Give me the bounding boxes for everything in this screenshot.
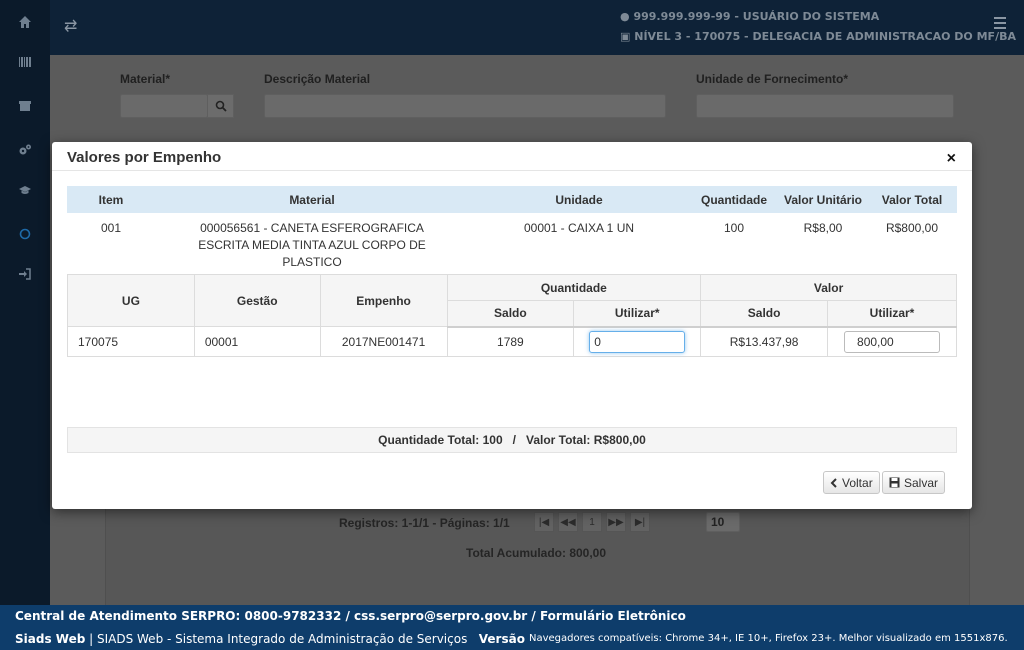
item-table: Item Material Unidade Quantidade Valor U… <box>67 186 957 271</box>
footer-version-label[interactable]: Versão <box>479 632 525 646</box>
modal-title: Valores por Empenho <box>67 149 222 166</box>
table-row: 170075 00001 2017NE001471 1789 R$13.437,… <box>67 326 957 357</box>
col-ug: UG <box>67 274 195 327</box>
table-row: 001 000056561 - CANETA ESFEROGRAFICA ESC… <box>67 213 957 271</box>
footer-system-line: Siads Web | SIADS Web - Sistema Integrad… <box>15 632 525 646</box>
footer-contact: Central de Atendimento SERPRO: 0800-9782… <box>15 609 686 623</box>
level-info: ▣ NÍVEL 3 - 170075 - DELEGACIA DE ADMINI… <box>620 30 1016 43</box>
col-qtd-saldo: Saldo <box>446 300 575 328</box>
search-icon <box>215 100 227 112</box>
material-label: Material* <box>120 72 171 86</box>
col-valor-utilizar: Utilizar* <box>827 300 957 328</box>
material-search-button[interactable] <box>207 94 234 118</box>
cogs-icon[interactable] <box>0 130 50 170</box>
valor-utilizar-input[interactable] <box>844 330 941 353</box>
totals-text: Quantidade Total: 100 / Valor Total: R$8… <box>378 433 646 447</box>
first-page-button[interactable]: |◀ <box>534 512 554 532</box>
col-material: Material <box>155 186 469 213</box>
unidade-select[interactable] <box>696 94 954 118</box>
hamburger-menu-icon[interactable] <box>994 17 1006 32</box>
last-page-button[interactable]: ▶| <box>630 512 650 532</box>
cell-item: 001 <box>100 221 122 235</box>
footer-separator: | <box>85 632 97 646</box>
next-page-button[interactable]: ▶▶ <box>606 512 626 532</box>
home-icon[interactable] <box>0 2 50 42</box>
cell-material: 000056561 - CANETA ESFEROGRAFICA ESCRITA… <box>198 221 426 269</box>
registros-text: Registros: 1-1/1 - Páginas: 1/1 <box>339 516 510 530</box>
totals-bar: Quantidade Total: 100 / Valor Total: R$8… <box>67 427 957 453</box>
close-icon[interactable]: × <box>947 151 956 167</box>
barcode-icon[interactable] <box>0 42 50 82</box>
modal-header: Valores por Empenho × <box>52 142 972 171</box>
user-info: ● 999.999.999-99 - USUÁRIO DO SISTEMA <box>620 10 879 23</box>
footer-brand: Siads Web <box>15 632 86 646</box>
cell-empenho: 2017NE001471 <box>319 326 448 357</box>
prev-page-button[interactable]: ◀◀ <box>558 512 578 532</box>
voltar-label: Voltar <box>842 475 873 490</box>
topbar: ⇄ ● 999.999.999-99 - USUÁRIO DO SISTEMA … <box>50 0 1024 55</box>
footer-compat: Navegadores compatíveis: Chrome 34+, IE … <box>529 633 1008 644</box>
total-acumulado: Total Acumulado: 800,00 <box>466 546 607 560</box>
footer-system-name: SIADS Web - Sistema Integrado de Adminis… <box>96 632 468 646</box>
col-group-quantidade: Quantidade <box>446 274 702 301</box>
chevron-left-icon <box>830 477 837 488</box>
cell-valor-utilizar <box>827 326 957 357</box>
user-text: 999.999.999-99 - USUÁRIO DO SISTEMA <box>633 10 880 23</box>
sidebar <box>0 0 50 605</box>
item-table-header: Item Material Unidade Quantidade Valor U… <box>67 186 957 213</box>
user-icon: ● <box>620 10 630 23</box>
empenho-table: UG Gestão Empenho Quantidade Valor Saldo… <box>67 274 957 357</box>
salvar-label: Salvar <box>904 475 939 490</box>
cell-quantidade: 100 <box>723 221 745 235</box>
valores-por-empenho-modal: Valores por Empenho × Item Material Unid… <box>52 142 972 509</box>
graduation-cap-icon[interactable] <box>0 170 50 210</box>
unidade-label: Unidade de Fornecimento* <box>696 72 849 86</box>
empenho-table-header-top: UG Gestão Empenho Quantidade Valor <box>67 274 957 327</box>
col-valor-saldo: Saldo <box>700 300 829 328</box>
swap-icon[interactable]: ⇄ <box>64 16 77 36</box>
col-item: Item <box>67 186 155 213</box>
level-text: NÍVEL 3 - 170075 - DELEGACIA DE ADMINIST… <box>634 30 1016 43</box>
salvar-button[interactable]: Salvar <box>882 471 946 494</box>
floppy-disk-icon <box>889 477 900 488</box>
sign-in-icon[interactable] <box>0 254 50 294</box>
archive-icon[interactable] <box>0 86 50 126</box>
qtd-utilizar-input[interactable] <box>589 330 686 353</box>
page-size-select[interactable]: 10 <box>706 512 740 532</box>
col-valor-unitario: Valor Unitário <box>779 186 867 213</box>
col-unidade: Unidade <box>469 186 689 213</box>
cell-valor-total: R$800,00 <box>885 221 939 235</box>
col-valor-total: Valor Total <box>867 186 957 213</box>
voltar-button[interactable]: Voltar <box>823 471 880 494</box>
cell-gestao: 00001 <box>193 326 321 357</box>
descricao-input[interactable] <box>264 94 666 118</box>
material-input[interactable] <box>120 94 208 118</box>
cell-ug: 170075 <box>67 326 195 357</box>
cell-qtd-saldo: 1789 <box>446 326 575 357</box>
cell-valor-saldo: R$13.437,98 <box>700 326 829 357</box>
page-current[interactable]: 1 <box>582 512 602 532</box>
cell-unidade: 00001 - CAIXA 1 UN <box>523 221 635 235</box>
col-group-valor: Valor <box>700 274 957 301</box>
cell-valor-unitario: R$8,00 <box>803 221 843 235</box>
footer: Central de Atendimento SERPRO: 0800-9782… <box>0 605 1024 650</box>
sitemap-icon: ▣ <box>620 30 631 43</box>
col-qtd-utilizar: Utilizar* <box>573 300 702 328</box>
circle-icon[interactable] <box>0 214 50 254</box>
descricao-label: Descrição Material <box>264 72 371 86</box>
col-quantidade: Quantidade <box>689 186 779 213</box>
col-empenho: Empenho <box>319 274 448 327</box>
pagination: |◀ ◀◀ 1 ▶▶ ▶| <box>534 512 650 532</box>
col-gestao: Gestão <box>193 274 321 327</box>
cell-qtd-utilizar <box>573 326 702 357</box>
